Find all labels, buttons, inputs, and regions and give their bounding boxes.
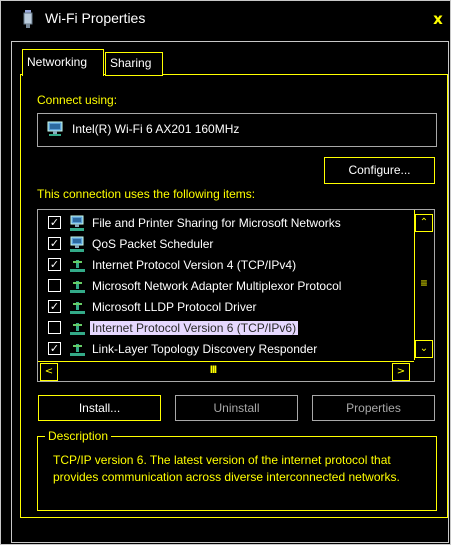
item-label: Internet Protocol Version 6 (TCP/IPv6) — [90, 321, 299, 335]
title-bar[interactable]: Wi-Fi Properties x — [1, 1, 450, 37]
list-item[interactable]: Internet Protocol Version 6 (TCP/IPv6) — [38, 318, 412, 339]
scroll-down-icon[interactable]: ⌄ — [415, 340, 433, 358]
protocol-icon — [70, 281, 85, 293]
list-item[interactable]: ✓ QoS Packet Scheduler — [38, 234, 412, 255]
horizontal-scrollbar[interactable]: < III > — [38, 361, 414, 381]
protocol-icon — [70, 344, 85, 356]
description-title: Description — [45, 429, 112, 443]
list-item[interactable]: ✓ Internet Protocol Version 4 (TCP/IPv4) — [38, 255, 412, 276]
scroll-hthumb-icon[interactable]: III — [198, 364, 228, 376]
network-adapter-icon — [47, 121, 63, 136]
item-label: Microsoft Network Adapter Multiplexor Pr… — [92, 279, 342, 293]
uninstall-button[interactable]: Uninstall — [175, 395, 298, 421]
adapter-name: Intel(R) Wi-Fi 6 AX201 160MHz — [72, 122, 240, 136]
item-checkbox[interactable] — [48, 279, 61, 292]
items-list[interactable]: ✓ File and Printer Sharing for Microsoft … — [37, 209, 435, 382]
item-checkbox[interactable]: ✓ — [48, 237, 61, 250]
item-checkbox[interactable]: ✓ — [48, 258, 61, 271]
items-label: This connection uses the following items… — [37, 187, 256, 201]
list-item[interactable]: Microsoft Network Adapter Multiplexor Pr… — [38, 276, 412, 297]
protocol-icon — [70, 260, 85, 272]
tab-sharing-label: Sharing — [110, 56, 152, 70]
item-label: Microsoft LLDP Protocol Driver — [92, 300, 257, 314]
scroll-thumb-icon[interactable]: ≡ — [415, 276, 433, 290]
tab-networking-label: Networking — [27, 55, 88, 69]
tab-sharing[interactable]: Sharing — [105, 52, 163, 76]
protocol-icon — [70, 302, 85, 314]
item-checkbox[interactable]: ✓ — [48, 300, 61, 313]
tab-networking[interactable]: Networking — [22, 49, 104, 76]
install-button[interactable]: Install... — [38, 395, 161, 421]
description-text: TCP/IP version 6. The latest version of … — [53, 453, 400, 484]
item-label: Link-Layer Topology Discovery Responder — [92, 342, 318, 356]
protocol-icon — [70, 323, 85, 335]
item-checkbox[interactable] — [48, 321, 61, 334]
network-client-icon — [70, 215, 84, 231]
window-title: Wi-Fi Properties — [45, 10, 146, 26]
wifi-properties-window: Wi-Fi Properties x Networking Sharing Co… — [0, 0, 451, 545]
network-client-icon — [70, 236, 84, 252]
connect-using-label: Connect using: — [37, 93, 118, 107]
scroll-left-icon[interactable]: < — [40, 363, 58, 381]
item-label: File and Printer Sharing for Microsoft N… — [92, 216, 341, 230]
list-item[interactable]: ✓ Link-Layer Topology Discovery Responder — [38, 339, 412, 360]
item-label: QoS Packet Scheduler — [92, 237, 214, 251]
scroll-right-icon[interactable]: > — [392, 363, 410, 381]
list-item[interactable]: ✓ Microsoft LLDP Protocol Driver — [38, 297, 412, 318]
scroll-up-icon[interactable]: ⌃ — [415, 214, 433, 232]
adapter-field: Intel(R) Wi-Fi 6 AX201 160MHz — [37, 113, 437, 147]
scroll-corner — [414, 361, 434, 381]
configure-button[interactable]: Configure... — [324, 157, 435, 184]
vertical-scrollbar[interactable]: ⌃ ≡ ⌄ — [414, 210, 434, 360]
item-label: Internet Protocol Version 4 (TCP/IPv4) — [92, 258, 297, 272]
close-button[interactable]: x — [426, 8, 450, 32]
properties-button[interactable]: Properties — [312, 395, 435, 421]
wifi-adapter-icon — [23, 10, 33, 28]
list-item[interactable]: ✓ File and Printer Sharing for Microsoft … — [38, 213, 412, 234]
item-checkbox[interactable]: ✓ — [48, 216, 61, 229]
item-checkbox[interactable]: ✓ — [48, 342, 61, 355]
